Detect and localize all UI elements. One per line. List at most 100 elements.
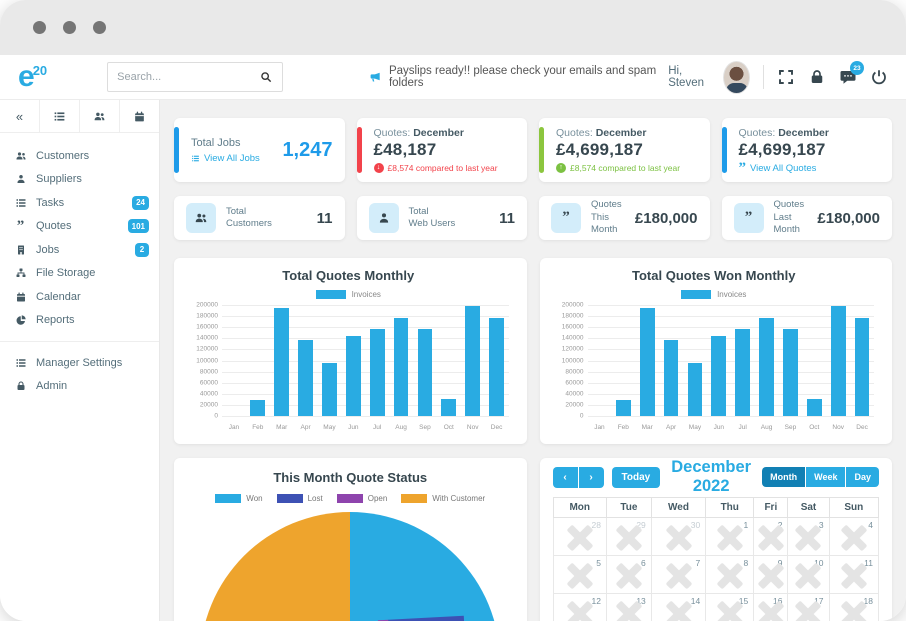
- y-axis-tick-label: 40000: [200, 390, 218, 397]
- quote-icon: ”: [739, 165, 747, 173]
- y-axis-tick-label: 140000: [196, 335, 218, 342]
- calendar-today-button[interactable]: Today: [612, 467, 661, 488]
- sidebar-item-calendar[interactable]: Calendar: [0, 285, 159, 309]
- mini-card-label: QuotesThis Month: [591, 199, 625, 236]
- calendar-day-cell[interactable]: 8: [706, 556, 754, 594]
- bar-chart: 0200004000060000800001000001200001400001…: [588, 305, 875, 431]
- y-axis-tick-label: 60000: [565, 379, 583, 386]
- sidebar-item-customers[interactable]: Customers: [0, 144, 159, 168]
- bar-slot: [611, 305, 635, 416]
- calendar-day-cell[interactable]: 9: [754, 556, 788, 594]
- lock-icon: [808, 68, 826, 86]
- calendar-day-cell[interactable]: 11: [829, 556, 878, 594]
- calendar-next-button[interactable]: ›: [579, 467, 604, 488]
- lock-button[interactable]: [808, 68, 826, 86]
- sidebar-item-tasks[interactable]: Tasks24: [0, 191, 159, 215]
- y-axis-tick-label: 20000: [565, 401, 583, 408]
- calendar-day-cell[interactable]: 13: [606, 594, 651, 621]
- app-logo[interactable]: e20: [18, 62, 47, 92]
- calendar-prev-button[interactable]: ‹: [553, 467, 578, 488]
- bar-slot: [683, 305, 707, 416]
- x-axis-tick-label: Oct: [437, 424, 461, 431]
- sidebar-item-manager-settings[interactable]: Manager Settings: [0, 351, 159, 375]
- calendar-day-cell[interactable]: 29: [606, 518, 651, 556]
- calendar-day-cell[interactable]: 12: [553, 594, 606, 621]
- x-axis-tick-label: May: [683, 424, 707, 431]
- x-axis-tick-label: Apr: [659, 424, 683, 431]
- avatar[interactable]: [723, 61, 750, 94]
- pie-legend-item-with-customer[interactable]: With Customer: [401, 494, 485, 503]
- calendar-day-cell[interactable]: 18: [829, 594, 878, 621]
- bar: [441, 399, 456, 416]
- view-all-jobs-link[interactable]: View All Jobs: [191, 153, 260, 164]
- legend-swatch: [401, 494, 427, 503]
- bar-slot: [707, 305, 731, 416]
- x-axis-labels: JanFebMarAprMayJunJulAugSepOctNovDec: [588, 418, 875, 431]
- window-dot[interactable]: [33, 21, 46, 34]
- sidebar-item-reports[interactable]: Reports: [0, 309, 159, 333]
- fullscreen-button[interactable]: [777, 68, 795, 86]
- pie-legend-item-open[interactable]: Open: [337, 494, 388, 503]
- lock-icon: [14, 380, 27, 392]
- search-icon[interactable]: [259, 70, 273, 84]
- sidebar-item-file-storage[interactable]: File Storage: [0, 262, 159, 286]
- calendar-day-cell[interactable]: 2: [754, 518, 788, 556]
- day-number: 5: [596, 558, 601, 568]
- y-axis-tick-label: 40000: [565, 390, 583, 397]
- sidebar-item-admin[interactable]: Admin: [0, 375, 159, 399]
- no-events-x-icon: [758, 563, 784, 589]
- calendar-day-cell[interactable]: 28: [553, 518, 606, 556]
- calendar-view-week-button[interactable]: Week: [806, 467, 845, 487]
- x-axis-tick-label: Mar: [270, 424, 294, 431]
- no-events-x-icon: [795, 563, 821, 589]
- pie-legend-item-won[interactable]: Won: [215, 494, 262, 503]
- calendar-day-cell[interactable]: 16: [754, 594, 788, 621]
- stat-title: Quotes:: [374, 127, 411, 139]
- calendar-day-cell[interactable]: 10: [788, 556, 829, 594]
- calendar-view-month-button[interactable]: Month: [762, 467, 805, 487]
- sidebar-item-quotes[interactable]: ”Quotes101: [0, 215, 159, 239]
- calendar-day-cell[interactable]: 3: [788, 518, 829, 556]
- calendar-day-cell[interactable]: 14: [651, 594, 705, 621]
- messages-button[interactable]: 23: [839, 68, 857, 86]
- chart-legend[interactable]: Invoices: [548, 290, 881, 299]
- day-number: 8: [744, 558, 749, 568]
- calendar-title: December 2022: [660, 458, 762, 496]
- calendar-day-cell[interactable]: 30: [651, 518, 705, 556]
- calendar-day-cell[interactable]: 17: [788, 594, 829, 621]
- accent-bar: [722, 127, 727, 173]
- stat-title-month: December: [413, 127, 464, 139]
- sidebar-tab-calendar[interactable]: [120, 100, 159, 132]
- calendar-day-cell[interactable]: 7: [651, 556, 705, 594]
- y-axis-tick-label: 120000: [196, 346, 218, 353]
- window-dot[interactable]: [63, 21, 76, 34]
- pie-legend-item-lost[interactable]: Lost: [277, 494, 323, 503]
- legend-label: With Customer: [432, 494, 485, 503]
- logout-button[interactable]: [870, 68, 888, 86]
- calendar-day-cell[interactable]: 6: [606, 556, 651, 594]
- bar: [298, 340, 313, 416]
- sidebar-item-suppliers[interactable]: Suppliers: [0, 168, 159, 192]
- list-icon: [14, 357, 27, 369]
- calendar-view-day-button[interactable]: Day: [846, 467, 879, 487]
- mini-card-total-web-users: TotalWeb Users11: [357, 196, 528, 240]
- search-input[interactable]: [117, 71, 259, 83]
- chat-badge: 23: [850, 61, 864, 75]
- window-dot[interactable]: [93, 21, 106, 34]
- sidebar-tab-users[interactable]: [80, 100, 120, 132]
- chart-legend[interactable]: Invoices: [182, 290, 515, 299]
- sidebar-item-jobs[interactable]: Jobs2: [0, 238, 159, 262]
- users-icon: [14, 150, 27, 162]
- calendar-view-switcher: MonthWeekDay: [762, 467, 879, 487]
- calendar-day-cell[interactable]: 15: [706, 594, 754, 621]
- sidebar-collapse-button[interactable]: «: [0, 100, 40, 132]
- calendar-day-cell[interactable]: 4: [829, 518, 878, 556]
- count-badge: 24: [132, 196, 149, 210]
- no-events-x-icon: [758, 525, 784, 551]
- main-panel: Total Jobs View All Jobs 1,247 Quotes: D…: [160, 100, 906, 621]
- calendar-day-cell[interactable]: 1: [706, 518, 754, 556]
- view-all-quotes-link[interactable]: ” View All Quotes: [739, 163, 881, 174]
- sidebar-tab-tasks[interactable]: [40, 100, 80, 132]
- no-events-x-icon: [795, 601, 821, 621]
- calendar-day-cell[interactable]: 5: [553, 556, 606, 594]
